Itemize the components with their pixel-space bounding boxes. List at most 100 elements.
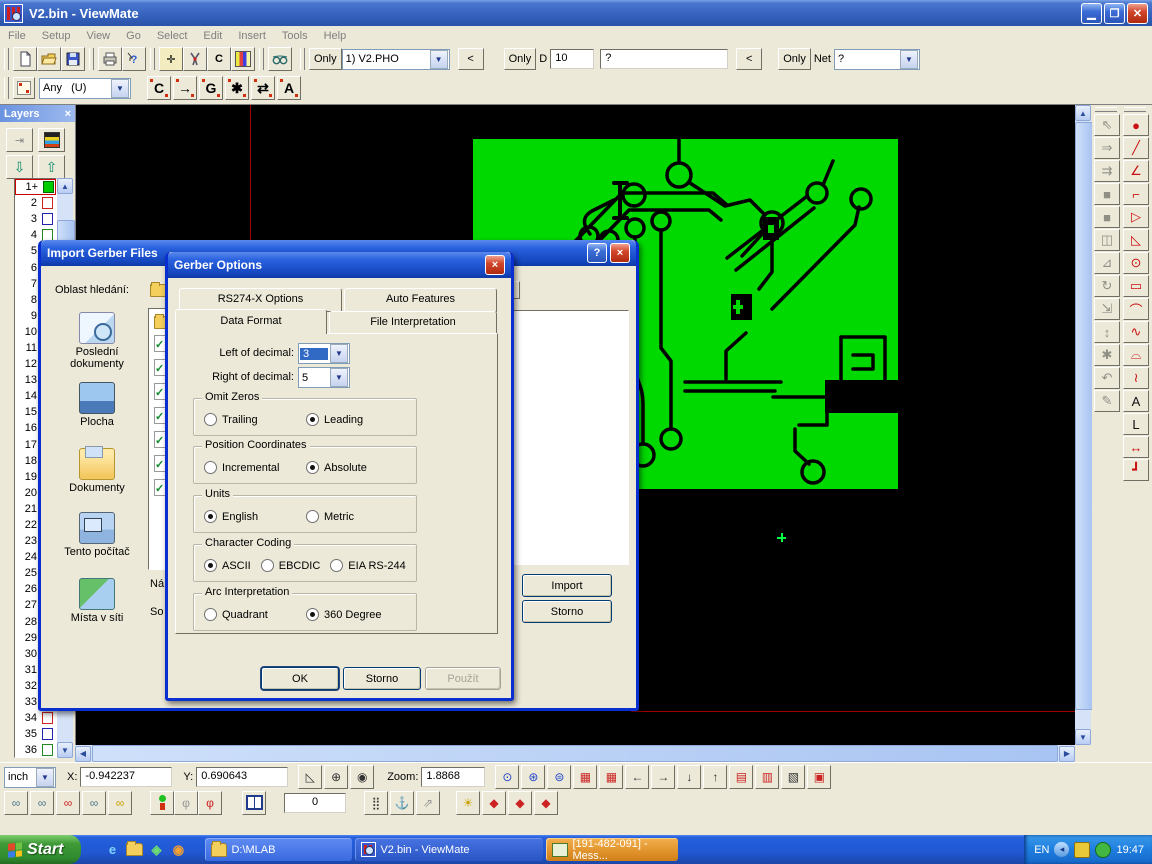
pan-down-button[interactable]: ↓ xyxy=(677,765,701,789)
lamp-off-icon[interactable]: φ xyxy=(174,791,198,815)
film-grid-button[interactable]: ▦ xyxy=(599,765,623,789)
metric-radio[interactable] xyxy=(306,510,319,523)
deg360-radio[interactable] xyxy=(306,608,319,621)
palette-grip[interactable] xyxy=(1124,107,1146,112)
dcode-c-button[interactable]: C xyxy=(207,47,231,71)
scroll-down-icon[interactable]: ▼ xyxy=(1075,729,1091,745)
places-bar-item[interactable]: Místa v síti xyxy=(52,578,142,624)
origin-target-icon[interactable]: ⊕ xyxy=(324,765,348,789)
polyline-tool[interactable]: ∠ xyxy=(1123,160,1149,182)
snap-move-tool[interactable]: ↕ xyxy=(1094,321,1120,343)
layer-swatch[interactable] xyxy=(42,744,53,756)
rotate-tool[interactable]: ↻ xyxy=(1094,275,1120,297)
highlight-arrow-button[interactable]: → xyxy=(173,76,197,100)
open-file-button[interactable] xyxy=(37,47,61,71)
step-counter-field[interactable]: 0 xyxy=(284,793,346,813)
lamp-on-icon[interactable]: φ xyxy=(198,791,222,815)
menu-item[interactable]: View xyxy=(78,28,118,44)
flash-button[interactable]: ☀ xyxy=(456,791,480,815)
layer-up-button[interactable]: ⇧ xyxy=(38,155,65,179)
only-dcode-button[interactable]: Only xyxy=(504,48,537,70)
chevron-down-icon[interactable]: ▼ xyxy=(330,368,348,387)
fill-area-tool[interactable]: ■ xyxy=(1094,206,1120,228)
any-filter-combo[interactable]: Any (U) ▼ xyxy=(39,78,131,99)
toolbar-grip[interactable] xyxy=(4,48,9,70)
layer-swatch[interactable] xyxy=(42,213,53,225)
highlight-gerber-button[interactable]: G xyxy=(199,76,223,100)
pad-red-button[interactable]: ◆ xyxy=(482,791,506,815)
spline-tool[interactable]: ≀ xyxy=(1123,367,1149,389)
scrollbar-thumb[interactable] xyxy=(1075,122,1093,710)
help-icon[interactable]: ? xyxy=(587,243,607,263)
zoom-value-field[interactable]: 1.8868 xyxy=(421,767,485,787)
settings-tool[interactable]: ✱ xyxy=(1094,344,1120,366)
menu-item[interactable]: Insert xyxy=(230,28,274,44)
undo-tool[interactable]: ↶ xyxy=(1094,367,1120,389)
pan-right-button[interactable]: → xyxy=(651,765,675,789)
move-points-button[interactable]: ⇗ xyxy=(416,791,440,815)
zoom-selection-button[interactable]: ⊛ xyxy=(521,765,545,789)
context-help-button[interactable]: ? xyxy=(122,47,146,71)
menu-item[interactable]: Select xyxy=(149,28,196,44)
arc-tool[interactable]: ⌒ xyxy=(1123,298,1149,320)
highlight-component-button[interactable]: C xyxy=(147,76,171,100)
icq-flower-icon[interactable] xyxy=(1095,842,1111,858)
film-box-button[interactable]: ▦ xyxy=(573,765,597,789)
messenger-tray-icon[interactable] xyxy=(1074,842,1090,858)
highlight-swap-button[interactable]: ⇄ xyxy=(251,76,275,100)
layer-down-button[interactable]: ⇩ xyxy=(6,155,33,179)
layer-row[interactable]: 35 xyxy=(15,726,56,742)
scroll-left-icon[interactable]: ◀ xyxy=(75,746,91,762)
taskbar-task-mlab[interactable]: D:\MLAB xyxy=(205,838,352,861)
absolute-radio[interactable] xyxy=(306,461,319,474)
toolbar-grip[interactable] xyxy=(89,48,94,70)
hide-tray-icons-button[interactable]: ◂ xyxy=(1054,842,1069,857)
places-bar-item[interactable]: Poslední dokumenty xyxy=(52,312,142,370)
crosshair-locate-button[interactable]: ✛ xyxy=(159,47,183,71)
dcode-input[interactable]: 10 xyxy=(550,49,594,69)
layer-row[interactable]: 1+ xyxy=(15,179,56,195)
layers-panel-header[interactable]: Layers × xyxy=(0,105,75,122)
glasses-pads-button[interactable]: ∞ xyxy=(56,791,80,815)
cancel-button[interactable]: Storno xyxy=(343,667,421,690)
zoom-dcode-button[interactable]: ⊜ xyxy=(547,765,571,789)
layer-insert-button[interactable]: ⇥ xyxy=(6,128,33,152)
toolbar-grip[interactable] xyxy=(150,48,155,70)
anchor-button[interactable]: ⚓ xyxy=(390,791,414,815)
start-button[interactable]: Start xyxy=(0,835,81,864)
glasses-fill-button[interactable]: ∞ xyxy=(108,791,132,815)
pan-up-button[interactable]: ↑ xyxy=(703,765,727,789)
only-net-button[interactable]: Only xyxy=(778,48,811,70)
dot-matrix-button[interactable]: ⣿ xyxy=(364,791,388,815)
zoom-area-button[interactable]: ⊙ xyxy=(495,765,519,789)
triangle-tool[interactable]: ◺ xyxy=(1123,229,1149,251)
chord-tool[interactable]: ⌓ xyxy=(1123,344,1149,366)
grid-snap-button[interactable]: ▤ xyxy=(729,765,753,789)
probe-icon[interactable]: ◉ xyxy=(350,765,374,789)
canvas-hscrollbar[interactable]: ◀ ▶ xyxy=(75,745,1075,762)
places-bar-item[interactable]: Plocha xyxy=(52,382,142,428)
menu-item[interactable]: Tools xyxy=(274,28,316,44)
pad-red2-button[interactable]: ◆ xyxy=(508,791,532,815)
toolbar-grip[interactable] xyxy=(300,48,305,70)
right-of-decimal-combo[interactable]: 5 ▼ xyxy=(298,367,350,388)
selection-filter-button[interactable] xyxy=(13,77,35,99)
close-icon[interactable]: × xyxy=(65,108,71,120)
chevron-down-icon[interactable]: ▼ xyxy=(36,768,54,787)
scroll-right-icon[interactable]: ▶ xyxy=(1059,746,1075,762)
menu-item[interactable]: Help xyxy=(316,28,355,44)
eia-radio[interactable] xyxy=(330,559,343,572)
grid-capture-button[interactable]: ▥ xyxy=(755,765,779,789)
ebcdic-radio[interactable] xyxy=(261,559,274,572)
layer-swatch[interactable] xyxy=(42,728,53,740)
chevron-down-icon[interactable]: ▼ xyxy=(430,50,448,69)
english-radio[interactable] xyxy=(204,510,217,523)
language-indicator[interactable]: EN xyxy=(1034,844,1049,856)
curve-tool[interactable]: ∿ xyxy=(1123,321,1149,343)
glasses-measure-button[interactable] xyxy=(268,47,292,71)
gerber-options-titlebar[interactable]: Gerber Options × xyxy=(168,252,511,278)
layer-row[interactable]: 34 xyxy=(15,710,56,726)
dimension-tool[interactable]: ↔ xyxy=(1123,436,1149,458)
glasses-dots-button[interactable]: ∞ xyxy=(4,791,28,815)
corner-tool[interactable]: ┛ xyxy=(1123,459,1149,481)
